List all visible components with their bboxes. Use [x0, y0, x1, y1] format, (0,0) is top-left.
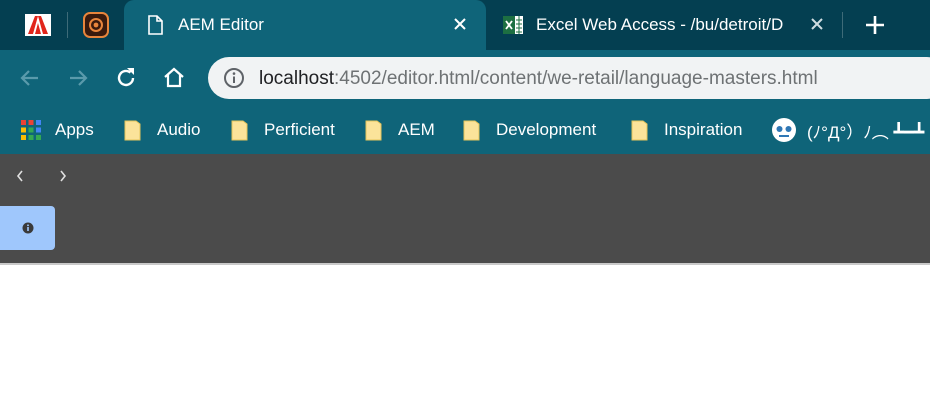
site-info-icon[interactable]	[223, 67, 245, 89]
bookmark-label: Audio	[157, 120, 201, 139]
adobe-logo-icon	[25, 14, 51, 36]
folder-icon	[365, 120, 382, 141]
tab-aem-editor[interactable]: AEM Editor	[124, 0, 486, 50]
chevron-left-icon	[16, 170, 23, 182]
home-icon	[164, 67, 184, 88]
bookmark-label: Apps	[55, 120, 94, 139]
tab-strip: AEM Editor Excel Web Access - /bu/detroi…	[0, 0, 930, 50]
bookmark-folder-development[interactable]: Development	[461, 115, 596, 145]
browser-toolbar: localhost:4502/editor.html/content/we-re…	[0, 50, 930, 106]
previous-button[interactable]	[12, 166, 28, 186]
bookmark-folder-inspiration[interactable]: Inspiration	[629, 115, 742, 145]
bookmark-label: Perficient	[264, 120, 335, 139]
reload-button[interactable]	[110, 62, 142, 94]
pinned-tab-aem[interactable]	[72, 6, 120, 44]
reload-icon	[117, 68, 135, 87]
aem-logo-icon	[83, 12, 109, 38]
new-tab-button[interactable]	[860, 11, 890, 39]
url-path: :4502/editor.html/content/we-retail/lang…	[334, 68, 818, 89]
bookmark-table-flip[interactable]: (ﾉ°Д°）ﾉ︵ ┻━┻	[771, 115, 924, 145]
bookmark-folder-perficient[interactable]: Perficient	[229, 115, 335, 145]
bookmark-folder-aem[interactable]: AEM	[363, 115, 435, 145]
folder-icon	[463, 120, 480, 141]
arrow-left-icon	[20, 70, 38, 86]
page-content-area	[0, 265, 930, 409]
folder-icon	[124, 120, 141, 141]
excel-icon	[503, 16, 523, 34]
bookmarks-bar: Apps Audio Perficient AEM Development In…	[0, 106, 930, 154]
bookmark-folder-audio[interactable]: Audio	[122, 115, 200, 145]
home-button[interactable]	[158, 62, 190, 94]
url-host: localhost	[259, 68, 334, 89]
bookmark-label: Development	[496, 120, 597, 139]
next-button[interactable]	[55, 166, 71, 186]
folder-icon	[631, 120, 648, 141]
page-icon	[148, 15, 163, 35]
bookmark-label: Inspiration	[664, 120, 743, 139]
bookmark-label: (ﾉ°Д°）ﾉ︵ ┻━┻	[807, 122, 925, 142]
address-bar[interactable]: localhost:4502/editor.html/content/we-re…	[208, 57, 930, 99]
url-text: localhost:4502/editor.html/content/we-re…	[259, 68, 818, 90]
editor-side-panel-bar	[0, 154, 930, 263]
tab-excel-web-access[interactable]: Excel Web Access - /bu/detroit/D	[486, 0, 841, 50]
arrow-right-icon	[70, 70, 88, 86]
info-icon	[22, 222, 33, 234]
forward-button[interactable]	[62, 62, 94, 94]
close-icon[interactable]	[450, 14, 470, 34]
apps-grid-icon	[21, 120, 41, 140]
bookmark-label: AEM	[398, 120, 435, 139]
close-icon[interactable]	[807, 14, 827, 34]
folder-icon	[231, 120, 248, 141]
chevron-right-icon	[60, 170, 67, 182]
pinned-tab-adobe[interactable]	[14, 6, 62, 44]
bookmark-apps[interactable]: Apps	[20, 115, 94, 145]
tab-title: Excel Web Access - /bu/detroit/D	[536, 15, 784, 34]
tab-separator	[842, 12, 843, 38]
back-button[interactable]	[14, 62, 46, 94]
page-info-button[interactable]	[0, 206, 55, 250]
plus-icon	[866, 16, 884, 34]
pinned-separator	[67, 12, 68, 38]
skull-icon	[772, 118, 796, 142]
tab-title: AEM Editor	[178, 15, 264, 34]
